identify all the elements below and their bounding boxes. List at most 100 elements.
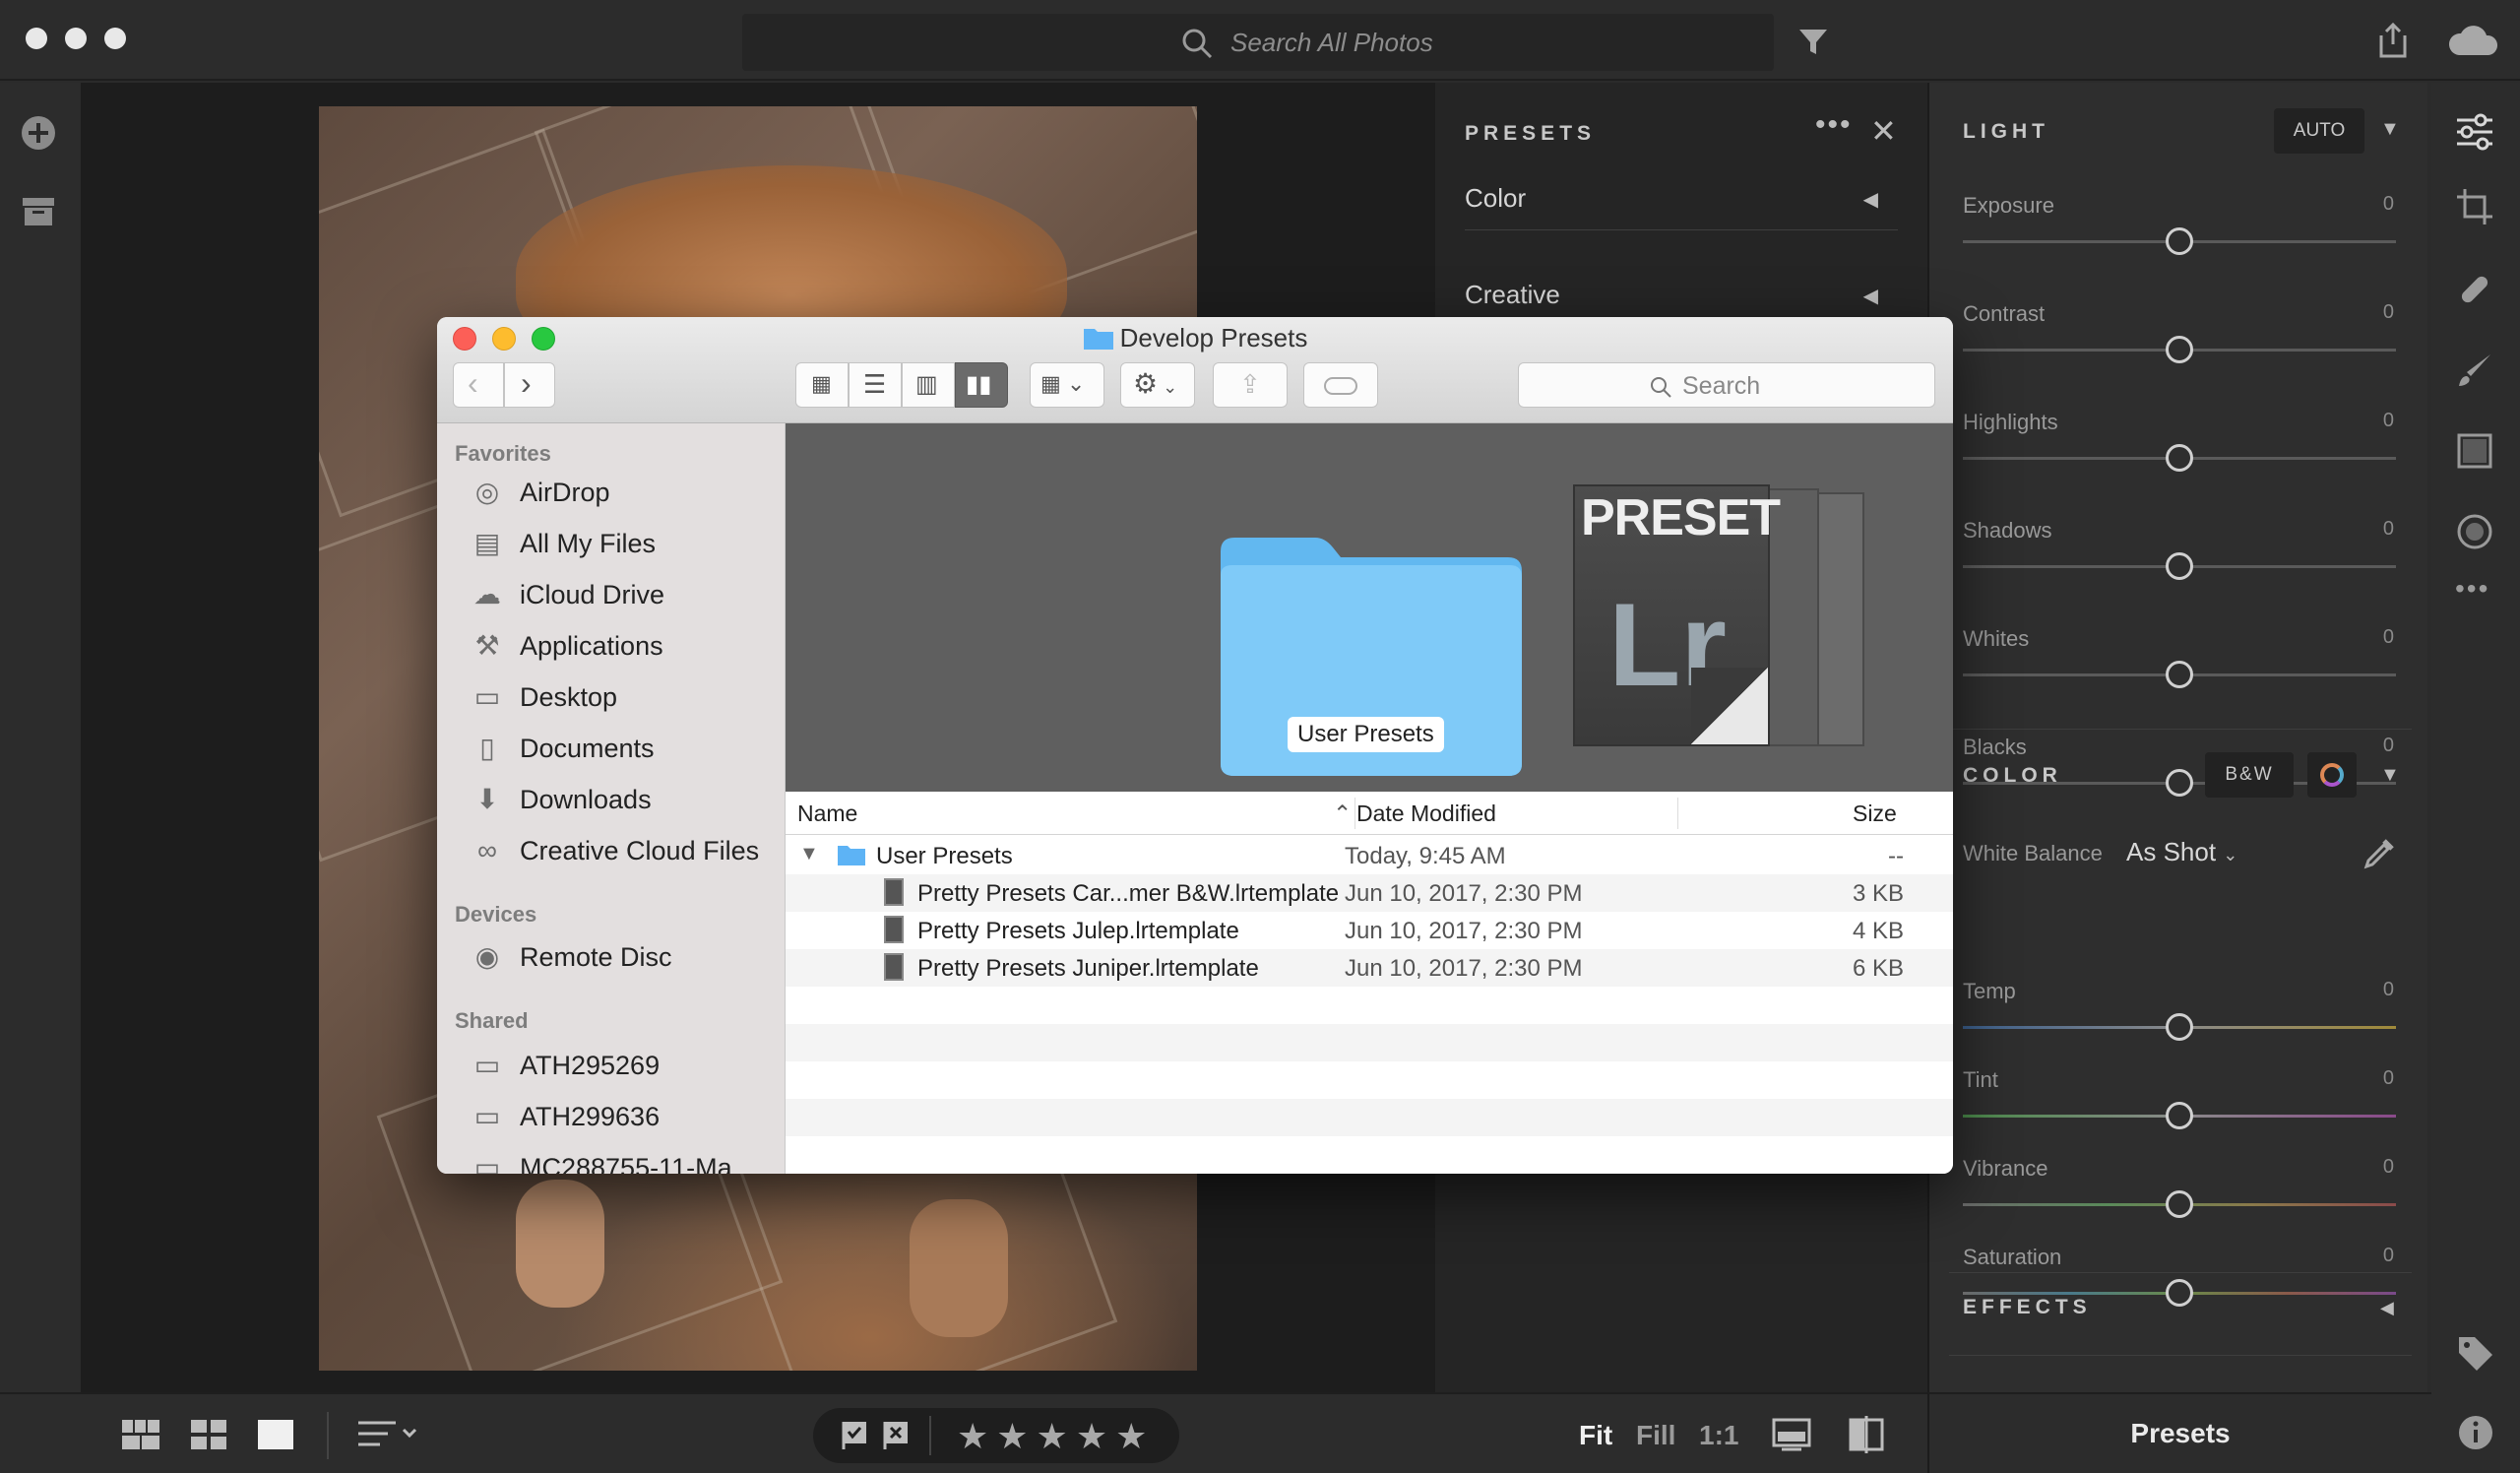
sidebar-item[interactable]: ⚒ Applications — [471, 626, 776, 666]
group-by-button[interactable]: ▦ ⌄ — [1030, 362, 1104, 408]
compare-split-icon[interactable] — [1847, 1416, 1886, 1453]
column-header-name[interactable]: Name — [797, 792, 857, 835]
window-minimize-dot[interactable] — [65, 28, 87, 49]
sidebar-item[interactable]: ◎ AirDrop — [471, 473, 776, 512]
slider-knob[interactable] — [2166, 661, 2193, 688]
table-row[interactable]: Pretty Presets Car...mer B&W.lrtemplate … — [786, 874, 1953, 912]
sidebar-item[interactable]: ◉ Remote Disc — [471, 937, 776, 977]
file-date: Jun 10, 2017, 2:30 PM — [1345, 918, 1583, 944]
column-header-date[interactable]: Date Modified — [1345, 792, 1496, 835]
finder-title-text: Develop Presets — [1119, 323, 1308, 352]
effects-expand-icon[interactable]: ◀ — [2380, 1298, 2394, 1318]
info-icon[interactable] — [2457, 1414, 2494, 1451]
slider-knob[interactable] — [2166, 336, 2193, 363]
sidebar-item[interactable]: ▭ ATH299636 — [471, 1097, 776, 1136]
window-close-dot[interactable] — [26, 28, 47, 49]
color-mixer-button[interactable] — [2307, 752, 2357, 798]
sidebar-item[interactable]: ▭ ATH295269 — [471, 1046, 776, 1085]
brush-icon[interactable] — [2455, 351, 2494, 390]
slider-label: Tint — [1963, 1067, 1998, 1092]
divider — [1677, 798, 1678, 829]
action-button[interactable]: ⚙ ⌄ — [1120, 362, 1195, 408]
eyedropper-icon[interactable] — [2362, 835, 2398, 870]
sidebar-item[interactable]: ▭ MC288755-11-Ma — [471, 1148, 776, 1174]
radial-gradient-icon[interactable] — [2455, 512, 2494, 551]
star-rating[interactable]: ★★★★★ — [957, 1416, 1155, 1457]
crop-icon[interactable] — [2455, 187, 2494, 226]
library-icon[interactable] — [22, 197, 55, 226]
sidebar-item[interactable]: ☁ iCloud Drive — [471, 575, 776, 614]
search-icon — [1182, 29, 1213, 59]
back-button[interactable]: ‹ — [453, 362, 504, 408]
edit-sliders-icon[interactable] — [2455, 112, 2494, 152]
white-balance-dropdown[interactable]: As Shot ⌄ — [2126, 837, 2237, 867]
sort-icon[interactable] — [358, 1420, 419, 1449]
before-after-icon[interactable] — [1772, 1418, 1811, 1451]
slider-knob[interactable] — [2166, 552, 2193, 580]
detail-view-icon[interactable] — [258, 1420, 293, 1449]
search-photos-field[interactable]: Search All Photos — [742, 14, 1774, 71]
sidebar-item[interactable]: ∞ Creative Cloud Files — [471, 831, 776, 870]
light-collapse-icon[interactable]: ▼ — [2380, 118, 2400, 141]
filter-icon[interactable] — [1797, 28, 1829, 57]
sidebar-item[interactable]: ▭ Desktop — [471, 677, 776, 717]
presets-close-icon[interactable]: ✕ — [1870, 112, 1897, 150]
square-grid-view-icon[interactable] — [122, 1420, 159, 1449]
linear-gradient-icon[interactable] — [2455, 431, 2494, 471]
slider-knob[interactable] — [2166, 769, 2193, 797]
slider-knob[interactable] — [2166, 1102, 2193, 1129]
slider-knob[interactable] — [2166, 1279, 2193, 1307]
column-view-button[interactable]: ▥ — [902, 362, 955, 408]
preset-file-thumbnail[interactable]: PRESET Lr — [1573, 484, 1864, 748]
slider-value: 0 — [2382, 301, 2394, 323]
cloud-icon[interactable] — [2447, 24, 2498, 57]
forward-button[interactable]: › — [504, 362, 555, 408]
white-balance-label: White Balance — [1963, 841, 2103, 865]
list-view-button[interactable]: ☰ — [849, 362, 902, 408]
right-rail: ••• — [2431, 83, 2520, 1473]
flag-reject-icon[interactable] — [882, 1420, 910, 1449]
window-zoom-dot[interactable] — [104, 28, 126, 49]
cover-flow-view-button[interactable]: ▮▮ — [955, 362, 1008, 408]
color-collapse-icon[interactable]: ▼ — [2380, 764, 2400, 787]
table-row[interactable]: ▼ User Presets Today, 9:45 AM -- — [786, 837, 1953, 874]
zoom-fit-button[interactable]: Fit — [1579, 1420, 1612, 1451]
grid-view-icon[interactable] — [191, 1420, 226, 1449]
tags-button[interactable] — [1303, 362, 1378, 408]
preset-group-color[interactable]: Color ◀ — [1465, 183, 1898, 230]
sidebar-item[interactable]: ▤ All My Files — [471, 524, 776, 563]
table-row[interactable]: Pretty Presets Julep.lrtemplate Jun 10, … — [786, 912, 1953, 949]
tag-icon[interactable] — [2457, 1335, 2494, 1373]
sidebar-item[interactable]: ▯ Documents — [471, 729, 776, 768]
more-tools-icon[interactable]: ••• — [2455, 573, 2489, 605]
share-icon[interactable] — [2376, 22, 2410, 59]
table-row[interactable]: Pretty Presets Juniper.lrtemplate Jun 10… — [786, 949, 1953, 987]
flag-pick-icon[interactable] — [841, 1420, 868, 1449]
user-presets-folder[interactable]: User Presets — [1217, 532, 1526, 778]
slider-knob[interactable] — [2166, 1190, 2193, 1218]
airdrop-icon: ◎ — [474, 477, 500, 507]
disclosure-triangle-icon[interactable]: ▼ — [799, 843, 819, 865]
zoom-one-to-one-button[interactable]: 1:1 — [1699, 1420, 1738, 1451]
triangle-left-icon: ◀ — [1862, 286, 1878, 307]
bw-button[interactable]: B&W — [2205, 752, 2294, 798]
add-photos-icon[interactable] — [20, 114, 57, 152]
zoom-fill-button[interactable]: Fill — [1636, 1420, 1675, 1451]
healing-brush-icon[interactable] — [2455, 270, 2494, 309]
column-header-row: Name ⌃ Date Modified Size — [786, 792, 1953, 835]
share-button[interactable]: ⇪ — [1213, 362, 1288, 408]
slider-value: 0 — [2382, 979, 2394, 1000]
presets-toggle-button[interactable]: Presets — [1927, 1392, 2431, 1473]
finder-search-field[interactable]: Search — [1518, 362, 1935, 408]
sidebar-item-label: Remote Disc — [520, 942, 672, 972]
sidebar-item[interactable]: ⬇ Downloads — [471, 780, 776, 819]
presets-more-icon[interactable]: ••• — [1815, 108, 1853, 142]
slider-knob[interactable] — [2166, 1013, 2193, 1041]
slider-knob[interactable] — [2166, 444, 2193, 472]
icon-view-icon: ▦ — [811, 371, 832, 396]
auto-button[interactable]: AUTO — [2274, 108, 2364, 154]
slider-knob[interactable] — [2166, 227, 2193, 255]
column-header-size[interactable]: Size — [1853, 792, 1897, 835]
lrtemplate-file-icon — [884, 953, 904, 981]
icon-view-button[interactable]: ▦ — [795, 362, 849, 408]
